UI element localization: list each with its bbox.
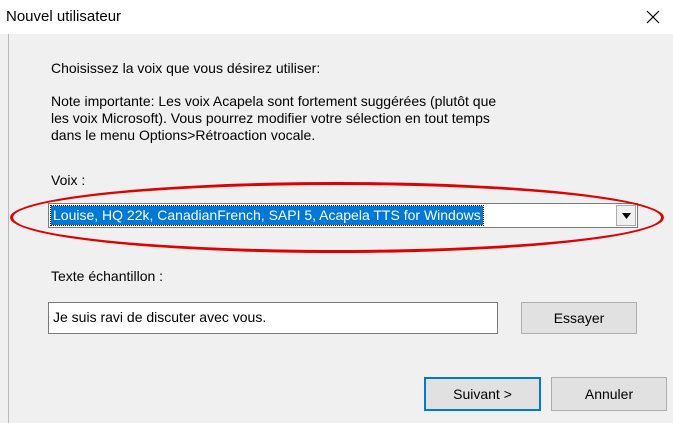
window-title: Nouvel utilisateur	[6, 8, 122, 25]
try-button-label: Essayer	[553, 310, 605, 326]
sample-text-value: Je suis ravi de discuter avec vous.	[53, 309, 267, 325]
title-bar: Nouvel utilisateur	[0, 0, 673, 34]
next-button-label: Suivant >	[453, 386, 512, 402]
important-note: Note importante: Les voix Acapela sont f…	[51, 93, 611, 144]
voice-prompt: Choisissez la voix que vous désirez util…	[51, 60, 321, 76]
next-button[interactable]: Suivant >	[424, 377, 541, 411]
voice-dropdown-button[interactable]	[616, 205, 636, 226]
note-line: dans le menu Options>Rétroaction vocale.	[51, 127, 316, 143]
close-button[interactable]	[633, 0, 673, 34]
window-border	[8, 34, 9, 423]
cancel-button-label: Annuler	[584, 386, 634, 402]
voice-dropdown[interactable]: Louise, HQ 22k, CanadianFrench, SAPI 5, …	[48, 203, 638, 228]
sample-text-label: Texte échantillon :	[51, 268, 164, 284]
voice-label: Voix :	[51, 172, 86, 188]
chevron-down-icon	[621, 212, 631, 219]
sample-text-input[interactable]: Je suis ravi de discuter avec vous.	[48, 302, 498, 334]
cancel-button[interactable]: Annuler	[551, 377, 667, 411]
note-line: Note importante: Les voix Acapela sont f…	[51, 93, 497, 109]
note-line: les voix Microsoft). Vous pourrez modifi…	[51, 110, 490, 126]
try-button[interactable]: Essayer	[521, 302, 637, 334]
close-icon	[646, 10, 660, 24]
voice-selected-value: Louise, HQ 22k, CanadianFrench, SAPI 5, …	[50, 205, 484, 226]
